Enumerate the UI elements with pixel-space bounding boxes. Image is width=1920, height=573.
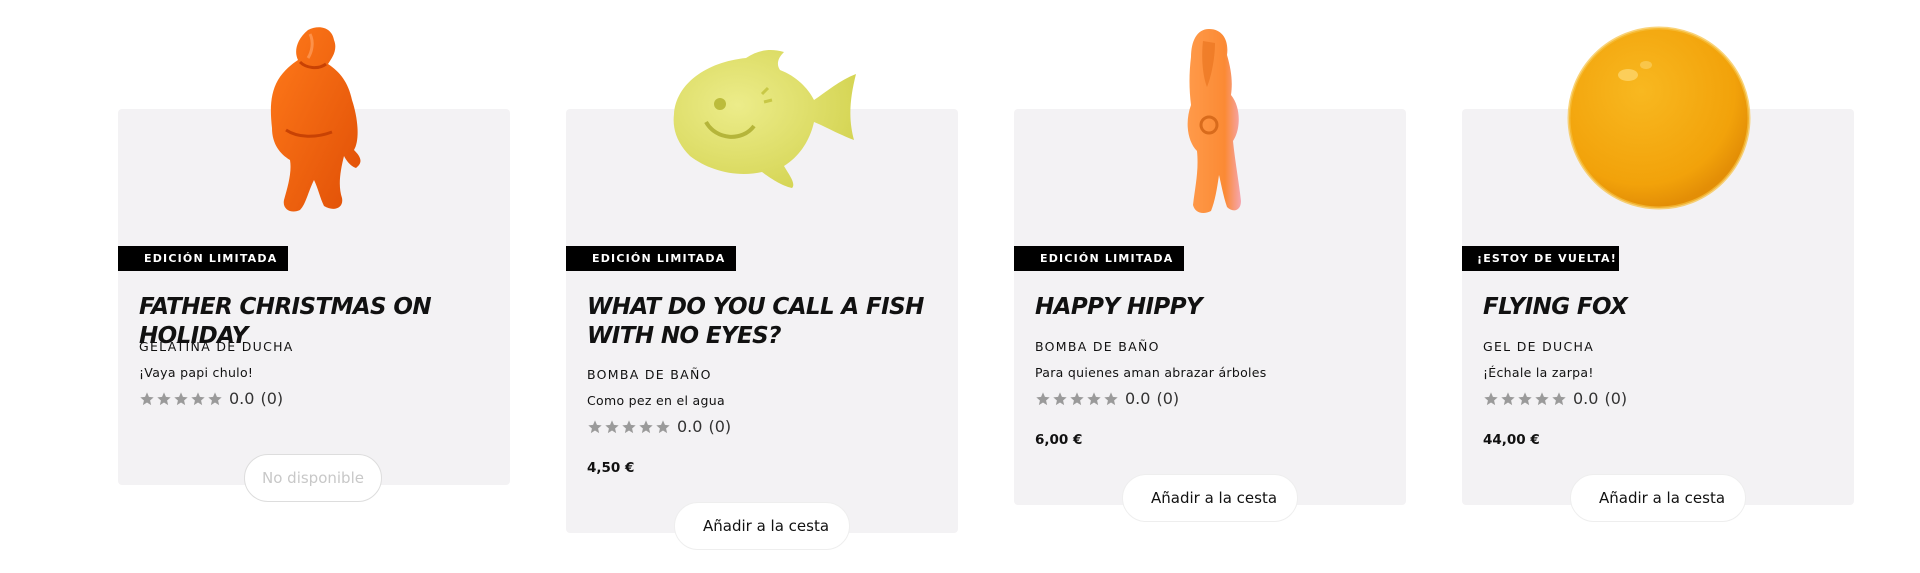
rating-count: (0) [1604, 389, 1628, 408]
product-image-fish-bath-bomb[interactable] [666, 44, 866, 189]
product-category: GELATINA DE DUCHA [139, 339, 294, 354]
badge-label: EDICIÓN LIMITADA [1040, 252, 1174, 265]
unavailable-button: No disponible [244, 454, 382, 502]
star-icon [1518, 391, 1532, 405]
product-card[interactable]: EDICIÓN LIMITADA FATHER CHRISTMAS ON HOL… [118, 27, 510, 502]
badge-label: ¡ESTOY DE VUELTA! [1477, 252, 1617, 265]
product-image-father-christmas[interactable] [248, 22, 378, 217]
add-to-cart-button[interactable]: Añadir a la cesta [1570, 474, 1746, 522]
star-icon [1104, 391, 1118, 405]
product-tagline: ¡Vaya papi chulo! [139, 365, 254, 380]
product-tagline: Para quienes aman abrazar árboles [1035, 365, 1267, 380]
add-to-cart-button[interactable]: Añadir a la cesta [674, 502, 850, 550]
rating-stars [1483, 391, 1567, 407]
product-category: BOMBA DE BAÑO [1035, 339, 1160, 354]
rating-value: 0.0 [1125, 389, 1151, 408]
product-tagline: ¡Échale la zarpa! [1483, 365, 1594, 380]
product-rating[interactable]: 0.0 (0) [1483, 389, 1627, 408]
star-icon [1484, 391, 1498, 405]
product-card[interactable]: ¡ESTOY DE VUELTA! FLYING FOX GEL DE DUCH… [1462, 26, 1854, 522]
star-icon [1036, 391, 1050, 405]
star-icon [140, 391, 154, 405]
badge-label: EDICIÓN LIMITADA [592, 252, 726, 265]
limited-edition-badge: EDICIÓN LIMITADA [118, 246, 288, 271]
rating-stars [587, 419, 671, 435]
star-icon [588, 419, 602, 433]
product-tagline: Como pez en el agua [587, 393, 725, 408]
star-icon [622, 419, 636, 433]
star-icon [1087, 391, 1101, 405]
product-title[interactable]: FLYING FOX [1483, 293, 1828, 322]
rating-count: (0) [260, 389, 284, 408]
star-icon [1070, 391, 1084, 405]
product-image-happy-hippy-bath-bomb[interactable] [1169, 25, 1249, 215]
star-icon [191, 391, 205, 405]
limited-edition-badge: EDICIÓN LIMITADA [566, 246, 736, 271]
add-to-cart-label: Añadir a la cesta [1150, 489, 1278, 507]
add-to-cart-label: Añadir a la cesta [1598, 489, 1726, 507]
star-icon [1535, 391, 1549, 405]
product-rating[interactable]: 0.0 (0) [1035, 389, 1179, 408]
rating-stars [1035, 391, 1119, 407]
star-icon [656, 419, 670, 433]
add-to-cart-button[interactable]: Añadir a la cesta [1122, 474, 1298, 522]
star-icon [1501, 391, 1515, 405]
limited-edition-badge: EDICIÓN LIMITADA [1014, 246, 1184, 271]
product-price: 6,00 € [1035, 432, 1083, 448]
star-icon [1053, 391, 1067, 405]
add-to-cart-label: Añadir a la cesta [702, 517, 830, 535]
product-category: BOMBA DE BAÑO [587, 367, 712, 382]
product-rating[interactable]: 0.0 (0) [139, 389, 283, 408]
star-icon [174, 391, 188, 405]
product-image-flying-fox-shower-gel[interactable] [1566, 25, 1752, 211]
product-card[interactable]: EDICIÓN LIMITADA HAPPY HIPPY BOMBA DE BA… [1014, 29, 1406, 522]
product-card[interactable]: EDICIÓN LIMITADA WHAT DO YOU CALL A FISH… [566, 50, 958, 550]
star-icon [1552, 391, 1566, 405]
rating-count: (0) [708, 417, 732, 436]
rating-stars [139, 391, 223, 407]
rating-value: 0.0 [677, 417, 703, 436]
badge-label: EDICIÓN LIMITADA [144, 252, 278, 265]
star-icon [605, 419, 619, 433]
product-title[interactable]: WHAT DO YOU CALL A FISH WITH NO EYES? [587, 293, 932, 351]
rating-count: (0) [1156, 389, 1180, 408]
star-icon [639, 419, 653, 433]
star-icon [208, 391, 222, 405]
product-price: 4,50 € [587, 460, 635, 476]
rating-value: 0.0 [229, 389, 255, 408]
product-price: 44,00 € [1483, 432, 1540, 448]
product-category: GEL DE DUCHA [1483, 339, 1595, 354]
back-again-badge: ¡ESTOY DE VUELTA! [1462, 246, 1619, 271]
product-rating[interactable]: 0.0 (0) [587, 417, 731, 436]
star-icon [157, 391, 171, 405]
rating-value: 0.0 [1573, 389, 1599, 408]
product-title[interactable]: HAPPY HIPPY [1035, 293, 1380, 322]
